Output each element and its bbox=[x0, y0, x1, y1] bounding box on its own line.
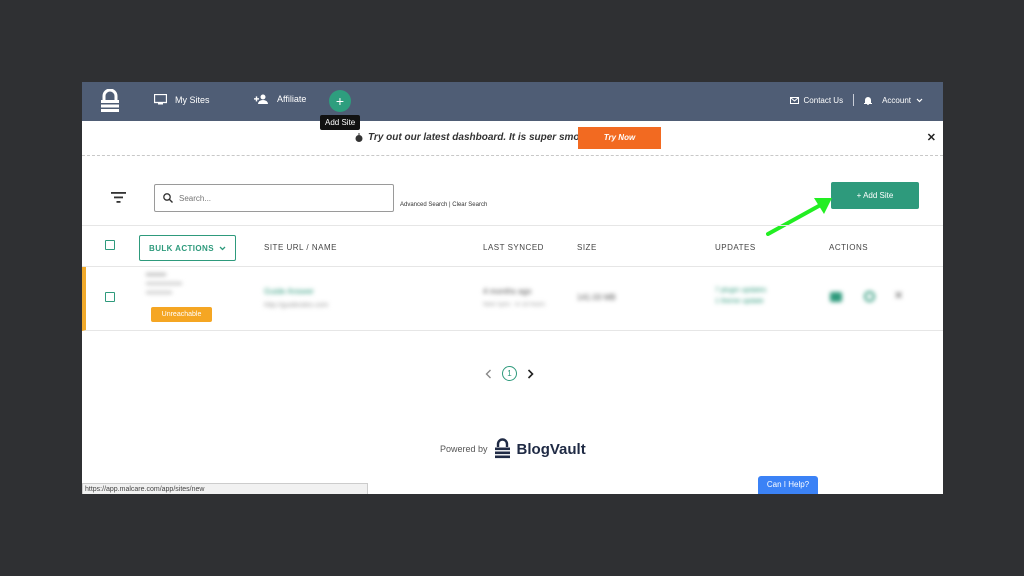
top-navbar: My Sites Affiliate + Contact Us Account bbox=[82, 82, 943, 121]
bulk-actions-label: BULK ACTIONS bbox=[149, 243, 214, 253]
blogvault-logo-icon[interactable] bbox=[99, 89, 121, 114]
search-icon bbox=[163, 193, 173, 203]
nav-divider bbox=[853, 94, 855, 106]
blogvault-logo-icon bbox=[494, 438, 510, 459]
nav-my-sites[interactable]: My Sites bbox=[154, 94, 210, 105]
app-window: My Sites Affiliate + Contact Us Account … bbox=[82, 82, 943, 494]
monitor-icon bbox=[154, 94, 167, 105]
advanced-search-link[interactable]: Advanced Search bbox=[400, 202, 447, 208]
site-size: 141.03 MB bbox=[577, 293, 616, 302]
theme-updates-link[interactable]: 1 theme update bbox=[715, 298, 764, 305]
try-now-button[interactable]: Try Now bbox=[578, 127, 661, 149]
brand-name: BlogVault bbox=[516, 440, 586, 458]
search-links: Advanced Search | Clear Search bbox=[400, 202, 487, 208]
banner-message: Try out our latest dashboard. It is supe… bbox=[354, 132, 598, 143]
account-menu[interactable]: Account bbox=[882, 96, 923, 105]
clear-search-link[interactable]: Clear Search bbox=[452, 202, 487, 208]
next-sync: Next Sync : in 18 hours bbox=[483, 302, 546, 308]
site-thumbnail bbox=[146, 273, 194, 297]
plugin-updates-link[interactable]: 7 plugin updates bbox=[715, 287, 766, 294]
search-input[interactable] bbox=[179, 193, 379, 203]
close-icon[interactable]: ✕ bbox=[927, 131, 936, 144]
add-site-button[interactable]: + Add Site bbox=[831, 182, 919, 209]
delete-icon[interactable]: ✕ bbox=[894, 289, 903, 302]
chevron-down-icon bbox=[219, 246, 226, 250]
contact-us-label: Contact Us bbox=[803, 95, 844, 105]
chevron-right-icon[interactable] bbox=[527, 368, 534, 379]
site-name-link[interactable]: Guide Answer bbox=[264, 287, 314, 296]
alarm-icon bbox=[355, 132, 363, 142]
filter-icon[interactable] bbox=[111, 192, 126, 203]
chevron-down-icon bbox=[916, 98, 923, 102]
status-badge: Unreachable bbox=[151, 307, 212, 322]
plus-icon: + bbox=[335, 93, 345, 109]
banner-text: Try out our latest dashboard. It is supe… bbox=[368, 132, 599, 143]
table-row: Unreachable Guide Answer http://guidesit… bbox=[82, 267, 943, 331]
powered-by: Powered by BlogVault bbox=[440, 438, 586, 460]
users-plus-icon bbox=[254, 94, 268, 104]
column-header: ACTIONS bbox=[829, 243, 869, 252]
select-all-checkbox[interactable] bbox=[105, 240, 115, 250]
column-header: UPDATES bbox=[715, 243, 756, 252]
add-site-tooltip: Add Site bbox=[320, 115, 361, 130]
nav-right: Contact Us Account bbox=[789, 94, 923, 106]
sync-icon[interactable] bbox=[864, 291, 875, 302]
site-url: http://guidesites.com bbox=[264, 302, 329, 309]
last-synced: 4 months ago bbox=[483, 287, 532, 296]
nav-affiliate[interactable]: Affiliate bbox=[254, 94, 306, 104]
add-site-fab-button[interactable]: + bbox=[329, 90, 351, 112]
backup-icon[interactable] bbox=[830, 292, 842, 302]
account-label: Account bbox=[882, 95, 911, 105]
table-header: BULK ACTIONS SITE URL / NAME LAST SYNCED… bbox=[82, 225, 943, 267]
column-header: LAST SYNCED bbox=[483, 243, 544, 252]
column-header: SITE URL / NAME bbox=[264, 243, 337, 252]
nav-affiliate-label: Affiliate bbox=[277, 94, 307, 104]
chevron-left-icon[interactable] bbox=[485, 369, 492, 379]
bulk-actions-dropdown[interactable]: BULK ACTIONS bbox=[139, 235, 236, 261]
nav-my-sites-label: My Sites bbox=[175, 94, 210, 105]
column-header: SIZE bbox=[577, 243, 597, 252]
powered-by-label: Powered by bbox=[440, 444, 488, 454]
envelope-icon bbox=[789, 96, 799, 104]
contact-us-link[interactable]: Contact Us bbox=[789, 95, 844, 105]
status-bar-url: https://app.malcare.com/app/sites/new bbox=[82, 483, 368, 494]
search-box[interactable] bbox=[154, 184, 394, 212]
promo-banner: Try out our latest dashboard. It is supe… bbox=[82, 121, 943, 156]
row-checkbox[interactable] bbox=[105, 292, 115, 302]
page-number-current[interactable]: 1 bbox=[502, 366, 517, 381]
help-chat-button[interactable]: Can I Help? bbox=[758, 476, 818, 494]
bell-icon[interactable] bbox=[864, 96, 873, 105]
pagination: 1 bbox=[485, 366, 534, 381]
